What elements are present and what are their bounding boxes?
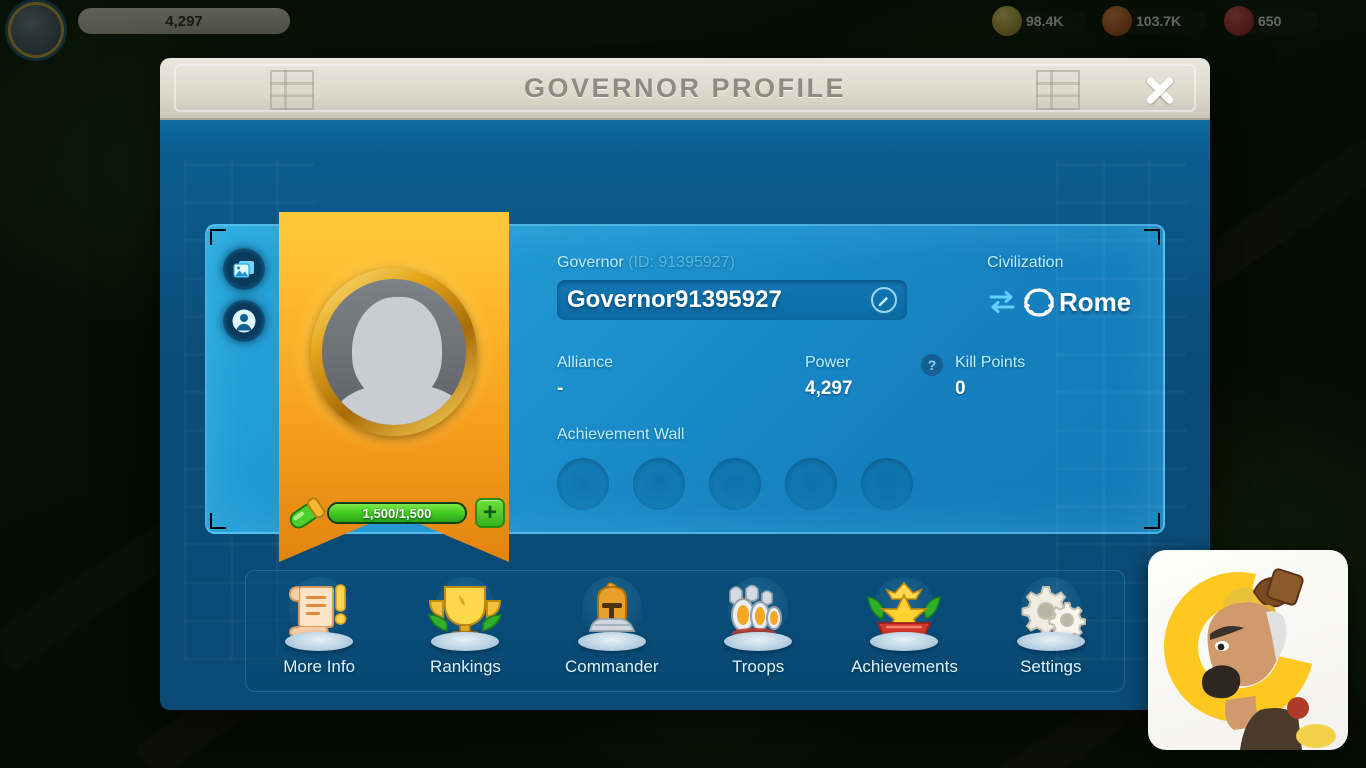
achievement-slot[interactable] — [861, 458, 913, 510]
modal-title: GOVERNOR PROFILE — [523, 72, 847, 103]
nav-settings[interactable]: Settings — [983, 577, 1119, 685]
nav-rankings[interactable]: Rankings — [397, 577, 533, 685]
tab-avatar[interactable] — [223, 300, 265, 342]
default-silhouette-avatar-icon — [322, 279, 466, 425]
governor-profile-modal: GOVERNOR PROFILE 1,500/1,500 + Governor … — [160, 58, 1210, 710]
nav-more-info-label: More Info — [283, 657, 356, 676]
crown-star-banner-icon — [862, 577, 946, 651]
trophy-icon — [423, 577, 507, 651]
gold-icon — [992, 6, 1022, 36]
nav-settings-label: Settings — [1020, 657, 1082, 676]
power-value: 4,297 — [805, 378, 853, 399]
energy-bar-row: 1,500/1,500 + — [289, 494, 509, 534]
kill-points-value: 0 — [955, 378, 966, 399]
alliance-label: Alliance — [557, 354, 614, 371]
nav-troops-label: Troops — [732, 657, 785, 676]
civilization-label: Civilization — [987, 254, 1064, 271]
nav-rankings-label: Rankings — [430, 657, 501, 676]
nav-more-info[interactable]: More Info — [251, 577, 387, 685]
gem-icon — [1224, 6, 1254, 36]
governor-name-field[interactable]: Governor91395927 — [557, 280, 907, 320]
plus-icon[interactable]: + — [475, 498, 505, 528]
gold-ring-frame-icon[interactable] — [311, 268, 477, 436]
card-corner — [210, 229, 226, 245]
info-fields: Governor (ID: 91395927) Governor91395927… — [557, 254, 1135, 516]
wood-resource-counter[interactable]: 103.7K — [1102, 6, 1206, 36]
governor-id: (ID: 91395927) — [628, 254, 735, 271]
achievement-wall-label: Achievement Wall — [557, 426, 685, 443]
scroll-exclamation-icon — [277, 577, 361, 651]
energy-bar-value: 1,500/1,500 — [362, 505, 432, 521]
kill-points-label: Kill Points — [955, 354, 1026, 371]
gem-resource-counter[interactable]: 650 — [1224, 6, 1318, 36]
nav-achievements-label: Achievements — [851, 657, 958, 676]
person-avatar-icon — [232, 309, 256, 333]
power-stat: Power 4,297 — [805, 354, 853, 400]
player-avatar-icon[interactable] — [8, 2, 64, 58]
nav-commander-label: Commander — [565, 657, 659, 676]
gold-resource-value: 98.4K — [1026, 13, 1064, 29]
top-status-bar: 4,297 98.4K 103.7K 650 — [0, 0, 1366, 58]
power-label: Power — [805, 354, 851, 371]
app-icon-overlay[interactable] — [1148, 550, 1348, 750]
achievement-wall: Achievement Wall — [557, 426, 913, 510]
achievement-slot[interactable] — [709, 458, 761, 510]
warrior-character-art — [1202, 568, 1336, 750]
achievement-slot[interactable] — [557, 458, 609, 510]
nav-achievements[interactable]: Achievements — [836, 577, 972, 685]
gold-resource-counter[interactable]: 98.4K — [992, 6, 1086, 36]
card-corner — [1144, 229, 1160, 245]
civilization-row[interactable]: Rome — [987, 286, 1210, 318]
card-corner — [1144, 513, 1160, 529]
greek-key-ornament-icon — [270, 70, 314, 110]
side-tab-group — [223, 248, 265, 352]
nav-commander[interactable]: Commander — [544, 577, 680, 685]
achievement-slot-list — [557, 458, 913, 510]
wood-icon — [1102, 6, 1132, 36]
question-mark-icon[interactable]: ? — [921, 354, 943, 376]
wood-resource-value: 103.7K — [1136, 13, 1182, 29]
nav-troops[interactable]: Troops — [690, 577, 826, 685]
modal-body: 1,500/1,500 + Governor (ID: 91395927) Go… — [160, 120, 1210, 710]
modal-title-bar: GOVERNOR PROFILE — [160, 58, 1210, 120]
civilization-value: Rome — [1059, 286, 1132, 317]
tab-gallery[interactable] — [223, 248, 265, 290]
profile-nav-bar: More Info Rankings Commander Troops Achi… — [245, 570, 1125, 692]
knight-helmet-icon — [570, 577, 654, 651]
civilization-block: Civilization Rome — [987, 254, 1210, 318]
card-corner — [210, 513, 226, 529]
achievement-slot[interactable] — [785, 458, 837, 510]
swap-arrows-icon[interactable] — [987, 288, 1021, 316]
power-counter-value: 4,297 — [165, 12, 203, 30]
governor-name-value: Governor91395927 — [567, 286, 782, 313]
laurel-wreath-icon — [1024, 288, 1054, 317]
power-counter: 4,297 — [78, 8, 290, 34]
kill-points-stat: ? Kill Points 0 — [921, 354, 1026, 400]
alliance-value: - — [557, 378, 564, 399]
governor-info-card: 1,500/1,500 + Governor (ID: 91395927) Go… — [205, 212, 1165, 562]
close-icon[interactable] — [1140, 72, 1180, 108]
photo-gallery-icon — [233, 261, 254, 278]
gem-resource-value: 650 — [1258, 13, 1282, 29]
gears-icon — [1009, 577, 1093, 651]
achievement-slot[interactable] — [633, 458, 685, 510]
governor-label: Governor — [557, 254, 624, 271]
alliance-stat: Alliance - — [557, 354, 613, 400]
soldiers-shields-icon — [716, 577, 800, 651]
greek-key-ornament-icon — [1036, 70, 1080, 110]
edit-pencil-icon[interactable] — [871, 287, 897, 313]
